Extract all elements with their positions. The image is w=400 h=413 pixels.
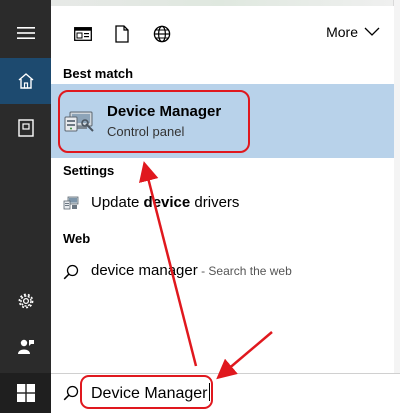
device-manager-icon [62, 102, 96, 141]
settings-result-prefix: Update [91, 194, 144, 211]
more-filters-button[interactable]: More [326, 24, 380, 40]
web-filter-button[interactable] [150, 22, 174, 46]
hamburger-menu-button[interactable] [0, 10, 51, 56]
settings-result-update-drivers[interactable]: Update device drivers [51, 187, 394, 219]
best-match-title: Device Manager [107, 103, 222, 120]
globe-icon [153, 25, 171, 43]
settings-result-match: device [143, 194, 191, 211]
web-result-hint: - Search the web [197, 264, 292, 278]
settings-heading: Settings [63, 163, 115, 178]
settings-result-label: Update device drivers [91, 194, 239, 211]
web-result-query: device manager [91, 262, 198, 279]
more-label: More [326, 24, 358, 40]
start-rail [0, 0, 51, 373]
notebook-icon [17, 119, 34, 137]
settings-button[interactable] [0, 278, 51, 324]
filter-bar: More [51, 6, 394, 60]
settings-result-suffix: drivers [190, 194, 240, 211]
notebook-button[interactable] [0, 105, 51, 151]
documents-filter-button[interactable] [110, 22, 134, 46]
feedback-icon [17, 339, 34, 354]
search-input[interactable]: Device Manager [91, 382, 210, 406]
device-drivers-icon [63, 196, 79, 215]
home-button[interactable] [0, 58, 51, 104]
windows-logo-icon [16, 384, 35, 402]
search-icon [63, 264, 79, 285]
gear-icon [18, 293, 33, 309]
feedback-button[interactable] [0, 324, 51, 370]
web-result-device-manager[interactable]: device manager - Search the web [51, 255, 394, 287]
best-match-heading: Best match [63, 66, 134, 81]
desktop-edge [393, 0, 400, 413]
apps-icon [74, 27, 92, 41]
search-icon [63, 385, 79, 406]
taskbar: Device Manager [0, 373, 400, 413]
document-icon [115, 25, 129, 43]
taskbar-search-box[interactable]: Device Manager [51, 373, 400, 413]
home-icon [18, 73, 33, 89]
chevron-down-icon [364, 27, 380, 36]
web-heading: Web [63, 231, 91, 246]
text-caret [208, 383, 210, 401]
web-result-label: device manager - Search the web [91, 262, 292, 279]
search-input-value: Device Manager [91, 385, 208, 402]
hamburger-menu-icon [16, 27, 35, 39]
search-results-panel: More Best match Device Manager Control p… [51, 6, 394, 373]
best-match-result[interactable]: Device Manager Control panel [51, 84, 394, 158]
apps-filter-button[interactable] [71, 22, 95, 46]
start-search-window: More Best match Device Manager Control p… [0, 0, 400, 413]
best-match-subtitle: Control panel [107, 124, 185, 139]
start-button[interactable] [0, 373, 51, 413]
